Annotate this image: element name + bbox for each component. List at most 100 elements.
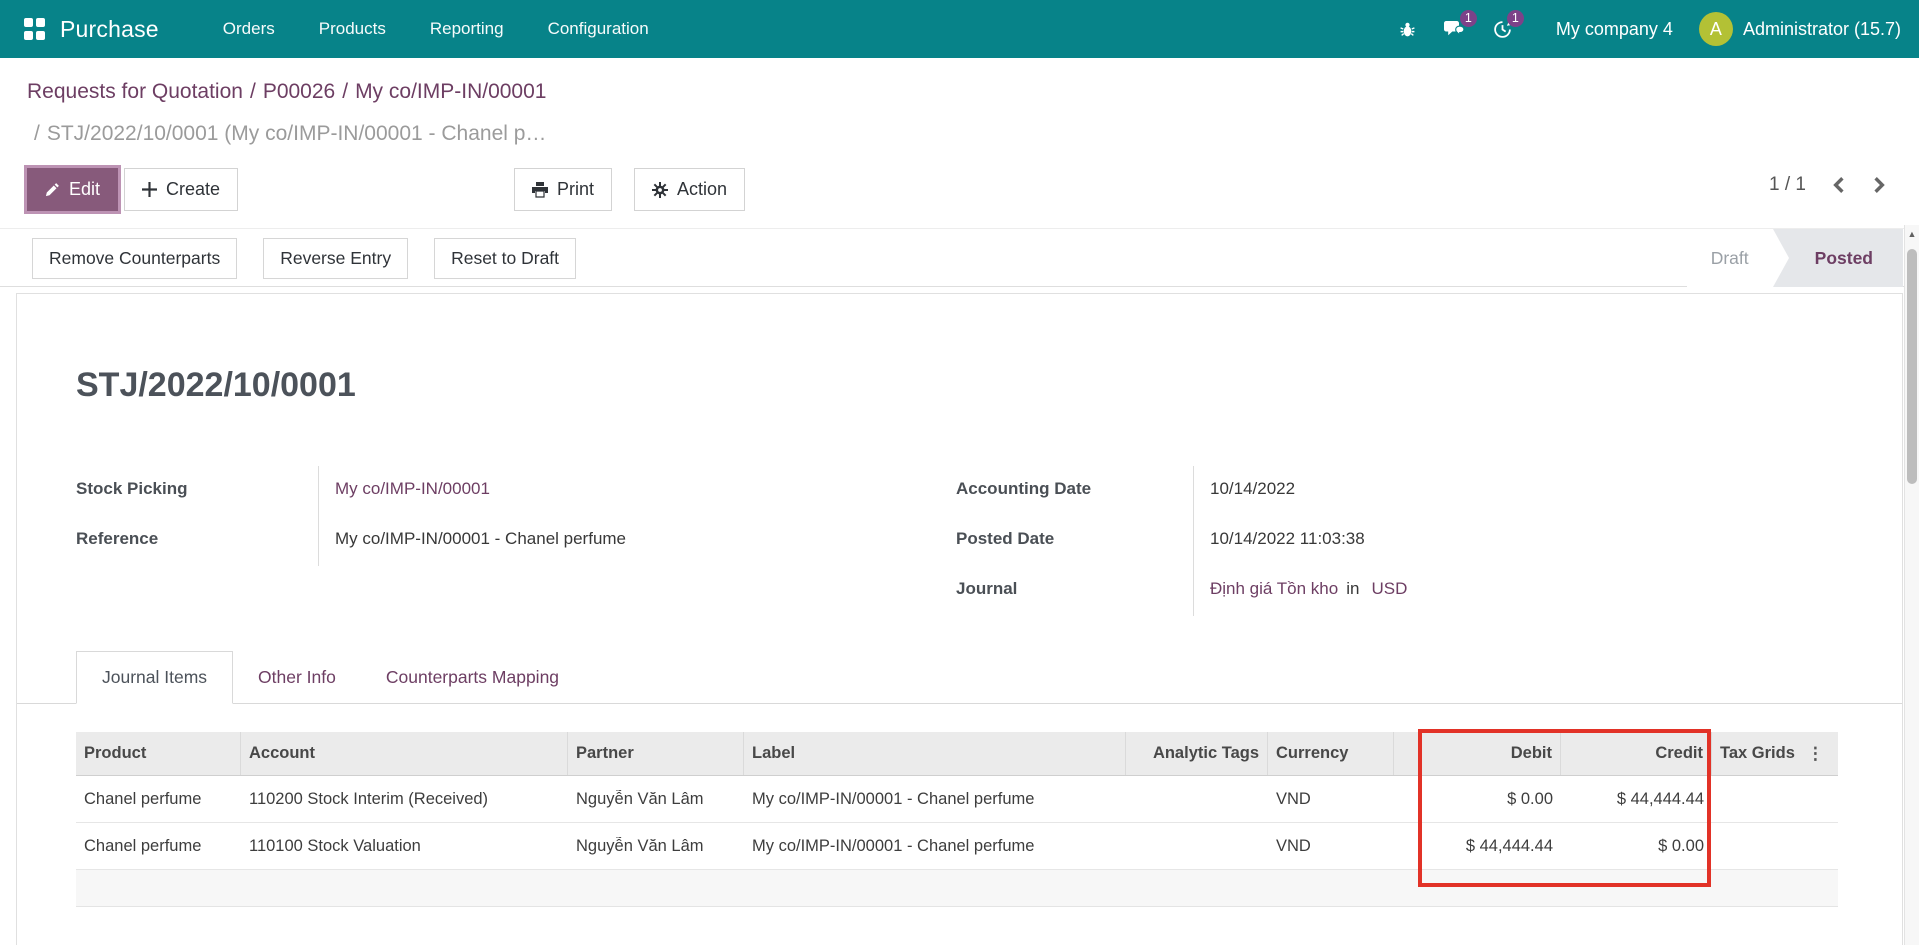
stock-picking-link[interactable]: My co/IMP-IN/00001 <box>335 479 490 498</box>
plus-icon <box>142 182 157 197</box>
cell-label: My co/IMP-IN/00001 - Chanel perfume <box>744 837 1126 856</box>
field-reference: Reference My co/IMP-IN/00001 - Chanel pe… <box>76 516 716 566</box>
field-label: Stock Picking <box>76 466 318 516</box>
field-group-right: Accounting Date 10/14/2022 Posted Date 1… <box>956 466 1656 616</box>
cell-debit: $ 44,444.44 <box>1419 837 1561 856</box>
user-menu[interactable]: A Administrator (15.7) <box>1699 12 1901 46</box>
action-button[interactable]: Action <box>634 168 745 211</box>
status-widget: Draft Posted <box>1687 229 1903 287</box>
company-switcher[interactable]: My company 4 <box>1556 19 1673 40</box>
cell-credit: $ 0.00 <box>1561 837 1712 856</box>
accounting-date-value: 10/14/2022 <box>1210 479 1295 498</box>
field-journal: Journal Định giá Tồn khoinUSD <box>956 566 1656 616</box>
pager-next-icon[interactable] <box>1872 176 1886 194</box>
breadcrumb-current-label: STJ/2022/10/0001 (My co/IMP-IN/00001 - C… <box>47 122 547 145</box>
status-state-draft[interactable]: Draft <box>1687 229 1773 287</box>
statusbar: Remove Counterparts Reverse Entry Reset … <box>0 228 1919 287</box>
notebook-tabs: Journal Items Other Info Counterparts Ma… <box>17 651 1902 704</box>
tax-grids-label: Tax Grids <box>1720 744 1795 763</box>
top-navbar: Purchase Orders Products Reporting Confi… <box>0 0 1919 58</box>
create-button[interactable]: Create <box>124 168 238 211</box>
scrollbar-up-arrow[interactable]: ▲ <box>1905 229 1919 239</box>
edit-button[interactable]: Edit <box>27 168 118 211</box>
column-options-icon[interactable]: ⋮ <box>1807 744 1824 764</box>
tab-journal-items[interactable]: Journal Items <box>76 651 233 704</box>
navbar-right: 1 1 My company 4 A Administrator (15.7) <box>1385 12 1901 46</box>
menu-products[interactable]: Products <box>297 0 408 58</box>
column-header-debit[interactable]: Debit <box>1419 732 1561 775</box>
reset-to-draft-button[interactable]: Reset to Draft <box>434 238 576 279</box>
table-row[interactable]: Chanel perfume 110100 Stock Valuation Ng… <box>76 823 1838 870</box>
menu-reporting[interactable]: Reporting <box>408 0 526 58</box>
cell-currency: VND <box>1268 837 1394 856</box>
cell-partner: Nguyễn Văn Lâm <box>568 790 744 809</box>
column-header-account[interactable]: Account <box>241 732 568 775</box>
apps-grid-icon[interactable] <box>24 18 46 40</box>
print-button[interactable]: Print <box>514 168 612 211</box>
breadcrumb-separator: / <box>27 122 47 145</box>
statusbar-buttons: Remove Counterparts Reverse Entry Reset … <box>32 238 576 279</box>
remove-counterparts-button[interactable]: Remove Counterparts <box>32 238 237 279</box>
posted-date-value: 10/14/2022 11:03:38 <box>1210 529 1365 548</box>
column-header-label[interactable]: Label <box>744 732 1126 775</box>
tab-counterparts-mapping[interactable]: Counterparts Mapping <box>361 652 584 703</box>
status-posted-label: Posted <box>1815 248 1873 269</box>
breadcrumb-link-picking[interactable]: My co/IMP-IN/00001 <box>355 80 546 103</box>
reverse-entry-button[interactable]: Reverse Entry <box>263 238 408 279</box>
journal-currency-link[interactable]: USD <box>1371 579 1407 598</box>
cell-partner: Nguyễn Văn Lâm <box>568 837 744 856</box>
create-button-label: Create <box>166 179 220 200</box>
action-button-label: Action <box>677 179 727 200</box>
field-stock-picking: Stock Picking My co/IMP-IN/00001 <box>76 466 716 516</box>
breadcrumb-link-p00026[interactable]: P00026 <box>263 80 335 103</box>
messages-count-badge: 1 <box>1460 10 1477 27</box>
tab-other-info[interactable]: Other Info <box>233 652 361 703</box>
breadcrumb-separator: / <box>243 80 263 103</box>
journal-items-table: Product Account Partner Label Analytic T… <box>76 732 1838 907</box>
column-header-currency[interactable]: Currency <box>1268 732 1394 775</box>
field-label: Journal <box>956 566 1193 616</box>
bug-icon <box>1399 20 1416 39</box>
field-accounting-date: Accounting Date 10/14/2022 <box>956 466 1656 516</box>
cell-account: 110100 Stock Valuation <box>241 837 568 856</box>
printer-icon <box>532 182 548 198</box>
cell-product: Chanel perfume <box>76 790 241 809</box>
activities-count-badge: 1 <box>1507 10 1524 27</box>
debug-button[interactable] <box>1385 20 1430 39</box>
edit-button-label: Edit <box>69 179 100 200</box>
breadcrumb-link-requests[interactable]: Requests for Quotation <box>27 80 243 103</box>
menu-orders[interactable]: Orders <box>201 0 297 58</box>
breadcrumb-current: /STJ/2022/10/0001 (My co/IMP-IN/00001 - … <box>27 122 546 146</box>
field-label: Accounting Date <box>956 466 1193 516</box>
breadcrumb-separator: / <box>335 80 355 103</box>
form-sheet: STJ/2022/10/0001 Stock Picking My co/IMP… <box>16 293 1903 945</box>
column-header-tax-grids[interactable]: Tax Grids ⋮ <box>1712 732 1838 775</box>
cell-credit: $ 44,444.44 <box>1561 790 1712 809</box>
gear-icon <box>652 182 668 198</box>
field-group-left: Stock Picking My co/IMP-IN/00001 Referen… <box>76 466 716 566</box>
pager-previous-icon[interactable] <box>1832 176 1846 194</box>
status-state-posted[interactable]: Posted <box>1773 229 1903 287</box>
activities-button[interactable]: 1 <box>1479 20 1526 39</box>
cell-label: My co/IMP-IN/00001 - Chanel perfume <box>744 790 1126 809</box>
scrollbar-thumb[interactable] <box>1907 249 1917 484</box>
messages-button[interactable]: 1 <box>1430 20 1479 39</box>
column-header-product[interactable]: Product <box>76 732 241 775</box>
menu-configuration[interactable]: Configuration <box>526 0 671 58</box>
column-header-analytic-tags[interactable]: Analytic Tags <box>1126 732 1268 775</box>
column-header-partner[interactable]: Partner <box>568 732 744 775</box>
column-header-spacer <box>1394 732 1419 775</box>
reference-value: My co/IMP-IN/00001 - Chanel perfume <box>335 529 626 548</box>
print-button-label: Print <box>557 179 594 200</box>
journal-infix: in <box>1338 579 1371 598</box>
breadcrumb: Requests for Quotation/P00026/My co/IMP-… <box>27 80 546 104</box>
app-name[interactable]: Purchase <box>60 16 159 43</box>
field-label: Reference <box>76 516 318 566</box>
column-header-credit[interactable]: Credit <box>1561 732 1712 775</box>
cell-currency: VND <box>1268 790 1394 809</box>
table-row[interactable]: Chanel perfume 110200 Stock Interim (Rec… <box>76 776 1838 823</box>
vertical-scrollbar[interactable]: ▲ <box>1904 225 1919 945</box>
pencil-icon <box>45 182 60 197</box>
nav-menus: Orders Products Reporting Configuration <box>201 0 671 58</box>
journal-link[interactable]: Định giá Tồn kho <box>1210 579 1338 598</box>
